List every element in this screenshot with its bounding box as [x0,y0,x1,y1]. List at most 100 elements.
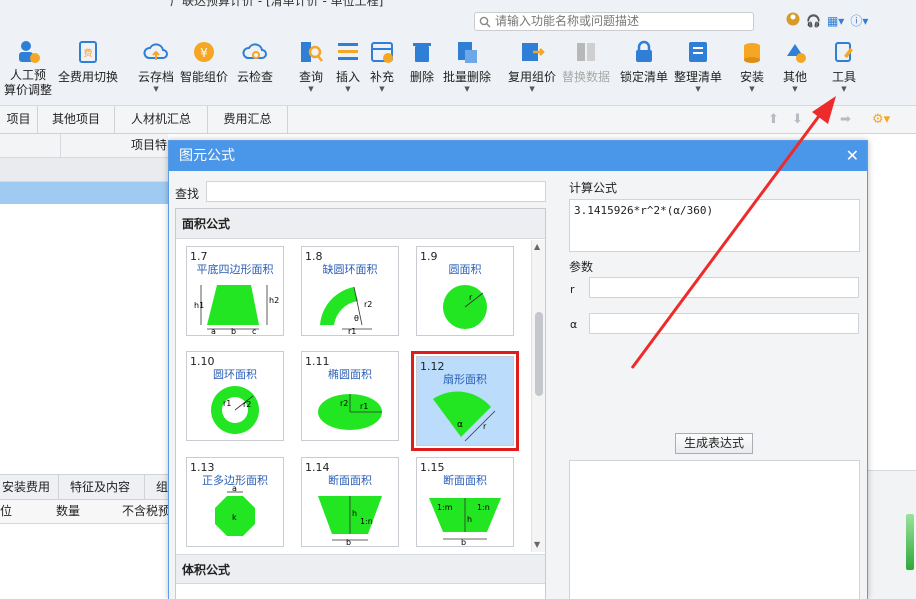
formula-card-1-7[interactable]: 1.7 平底四边形面积 h1 a b c h2 [186,246,284,336]
generate-expression-button[interactable]: 生成表达式 [675,433,753,454]
svg-text:¥: ¥ [200,46,208,60]
circle-shape-icon: r [443,285,487,329]
delete-button[interactable]: 删除 [408,38,436,85]
lock-icon [636,40,652,62]
param-r-input[interactable] [589,277,859,298]
label-c: c [252,327,256,335]
label-b: b [346,538,351,546]
formula-card-1-13[interactable]: 1.13 正多边形面积 a k [186,457,284,547]
formula-card-1-14[interactable]: 1.14 断面面积 h 1:n b [301,457,399,547]
cloud-check-button[interactable]: 云检查 [237,38,273,85]
selection-highlight-box [411,351,519,451]
tab-install-fee[interactable]: 安装费用 [0,475,60,499]
label-a: a [211,327,216,335]
label-b: b [461,538,466,546]
calc-formula-field[interactable]: 3.1415926*r^2*(α/360) [569,199,860,252]
label-slope-n: 1:n [360,517,373,526]
dialog-title-bar[interactable]: 图元公式 ✕ [169,141,867,171]
label-h: h [467,515,472,524]
param-alpha-label: α [570,318,578,331]
supplement-button[interactable]: 补充 ▼ [368,38,396,93]
table-row-selected[interactable] [0,182,168,204]
lock-list-button[interactable]: 锁定清单 [620,38,668,85]
batch-delete-label: 批量删除 [443,70,492,84]
formula-card-1-11[interactable]: 1.11 椭圆面积 r2 r1 [301,351,399,441]
section-volume-formula[interactable]: 体积公式 [176,554,545,584]
label-r1: r1 [360,402,368,411]
info-icon[interactable]: ⓘ▾ [850,12,868,29]
section-area-formula[interactable]: 面积公式 [176,209,545,239]
insert-button[interactable]: 插入 ▼ [334,38,362,93]
reuse-price-button[interactable]: 复用组价 ▼ [508,38,556,93]
octagon-shape-icon: a k [215,484,255,536]
person-price-label: 人工预 算价调整 [4,68,53,97]
search-placeholder: 请输入功能名称或问题描述 [495,14,640,28]
formula-dialog: 图元公式 ✕ 查找 面积公式 1.7 平底四边形面积 h1 a b c h2 1… [168,140,868,599]
title-bar: 广联达预算计价 - [清单计价 - 单位工程] 请输入功能名称或问题描述 🎧 ▦… [0,0,916,34]
replace-data-button[interactable]: 替换数据 [562,38,610,85]
organize-list-button[interactable]: 整理清单 ▼ [674,38,722,93]
find-input[interactable] [206,181,546,202]
install-label: 安装 [739,70,764,84]
formula-card-1-9[interactable]: 1.9 圆面积 r [416,246,514,336]
level-indicator [906,514,914,570]
main-tabs: 项目 其他项目 人材机汇总 费用汇总 ⬆ ⬇ ➡ ⚙▾ [0,106,916,134]
grid-apps-icon[interactable]: ▦▾ [827,14,844,28]
label-r1: r1 [223,399,231,408]
insert-icon [338,43,358,60]
cloud-check-icon [242,43,267,59]
tab-cost-summary[interactable]: 费用汇总 [208,106,288,134]
install-button[interactable]: 安装 ▼ [738,38,766,93]
tab-features[interactable]: 特征及内容 [56,475,146,499]
formula-list-panel: 面积公式 1.7 平底四边形面积 h1 a b c h2 1.8 缺圆环面积 r… [175,208,546,599]
cloud-archive-label: 云存档 [138,70,175,84]
cards-scrollbar[interactable]: ▲ ▼ [531,240,545,552]
tools-icon [835,42,853,62]
filter-settings-icon[interactable]: ⚙▾ [872,112,890,127]
formula-card-1-15[interactable]: 1.15 断面面积 1:m 1:n h b [416,457,514,547]
smart-price-button[interactable]: ¥ 智能组价 [180,38,228,85]
calc-formula-label: 计算公式 [569,181,618,195]
label-h1: h1 [194,301,204,310]
query-button[interactable]: 查询 ▼ [297,38,325,93]
organize-list-icon [689,42,707,62]
partial-ring-shape-icon: r2 θ r1 [320,286,372,335]
trapezoid-shape-icon: h1 a b c h2 [194,285,279,335]
expression-result-box[interactable] [569,460,860,599]
tab-material-summary[interactable]: 人材机汇总 [115,106,208,134]
move-right-icon[interactable]: ➡ [840,112,851,127]
headset-icon[interactable]: 🎧 [806,14,821,28]
avatar[interactable] [786,12,800,29]
formula-card-1-8[interactable]: 1.8 缺圆环面积 r2 θ r1 [301,246,399,336]
smart-price-icon: ¥ [194,42,214,62]
query-icon [301,42,323,62]
label-r2: r2 [364,300,372,309]
label-r2: r2 [243,400,251,409]
install-icon [744,43,760,63]
section-shape-icon-2: 1:m 1:n h b [429,498,501,546]
ribbon-toolbar: 人工预 算价调整 费 全费用切换 云存档 ▼ ¥ 智能组价 云检查 查询 ▼ 插入 ▼… [0,34,916,106]
batch-delete-button[interactable]: 批量删除 ▼ [443,38,491,93]
insert-label: 插入 [335,70,360,84]
smart-price-label: 智能组价 [180,70,229,84]
switch-cost-button[interactable]: 费 全费用切换 [58,38,118,85]
formula-card-1-10[interactable]: 1.10 圆环面积 r1 r2 [186,351,284,441]
tab-project[interactable]: 项目 [0,106,38,134]
move-down-icon[interactable]: ⬇ [792,112,803,127]
other-button[interactable]: 其他 ▼ [781,38,809,93]
move-up-icon[interactable]: ⬆ [768,112,779,127]
tools-button[interactable]: 工具 ▼ [830,38,858,93]
person-price-button[interactable]: 人工预 算价调整 [4,38,52,98]
function-search-input[interactable]: 请输入功能名称或问题描述 [474,12,754,31]
cloud-archive-button[interactable]: 云存档 ▼ [138,38,174,93]
scroll-up-icon[interactable]: ▲ [534,242,540,251]
scroll-down-icon[interactable]: ▼ [534,540,540,549]
label-slope-n: 1:n [477,503,490,512]
scrollbar-thumb[interactable] [535,312,543,396]
bottom-tabs: 安装费用 特征及内容 组 [0,474,178,500]
param-alpha-input[interactable] [589,313,859,334]
supplement-icon [371,42,393,63]
close-icon[interactable]: ✕ [846,141,859,171]
table-row[interactable] [0,158,168,182]
tab-other-items[interactable]: 其他项目 [38,106,115,134]
